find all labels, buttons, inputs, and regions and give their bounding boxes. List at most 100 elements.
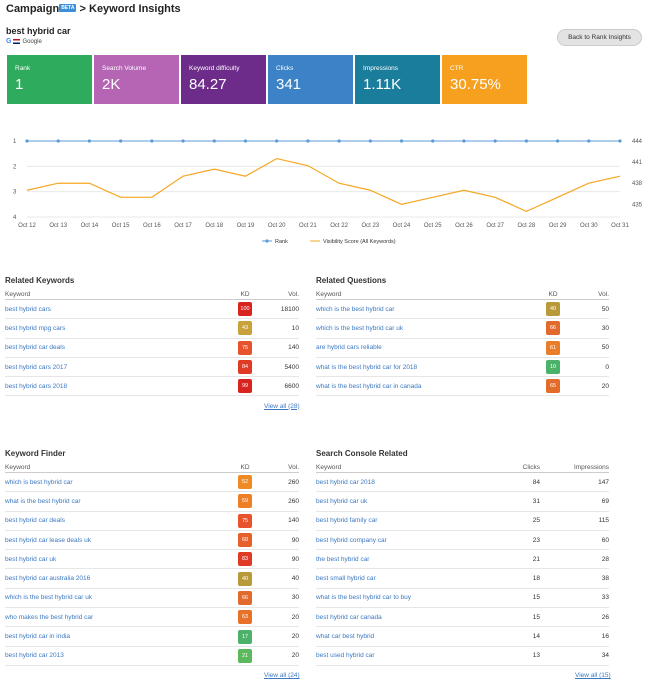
keyword-link[interactable]: best hybrid car lease deals uk — [5, 531, 205, 549]
keyword-finder-view-all-link[interactable]: View all (24) — [264, 672, 300, 679]
metric-label: CTR — [450, 65, 464, 72]
keyword-link[interactable]: who makes the best hybrid car — [5, 608, 205, 626]
keyword-link[interactable]: best hybrid car 2018 — [316, 473, 496, 491]
brand-name[interactable]: Campaign — [6, 3, 59, 15]
clicks-value: 25 — [532, 517, 540, 525]
table-header: Keyword KD Vol. — [5, 463, 299, 473]
keyword-link[interactable]: best hybrid car canada — [316, 608, 496, 626]
kd-badge: 21 — [238, 648, 252, 663]
table-row: best hybrid family car 25 115 — [316, 512, 609, 531]
table-row: best used hybrid car 13 34 — [316, 647, 609, 666]
keyword-link[interactable]: best hybrid car in india — [5, 627, 205, 645]
rank-point — [555, 139, 560, 143]
keyword-link[interactable]: are hybrid cars reliable — [316, 339, 516, 357]
left-tick-label: 1 — [13, 139, 17, 145]
column-header: Vol. — [598, 291, 609, 298]
rank-point — [56, 139, 60, 143]
back-to-rank-insights-button[interactable]: Back to Rank Insights — [557, 29, 642, 46]
keyword-title: best hybrid car — [6, 26, 71, 36]
rank-point — [524, 139, 528, 143]
rank-point — [275, 139, 279, 143]
metric-card-clicks: Clicks 341 — [268, 55, 353, 104]
related-keywords-view-all-link[interactable]: View all (28) — [264, 403, 300, 410]
metric-value: 84.27 — [189, 76, 227, 93]
keyword-link[interactable]: best used hybrid car — [316, 647, 496, 665]
table-header: Keyword Clicks Impressions — [316, 463, 609, 473]
impressions-value: 147 — [598, 478, 609, 486]
rank-point — [243, 139, 248, 143]
chart-grid — [27, 140, 620, 218]
impressions-value: 60 — [601, 536, 609, 544]
kd-badge: 75 — [238, 340, 252, 355]
keyword-link[interactable]: what is the best hybrid car for 2018 — [316, 358, 516, 376]
rank-point — [212, 139, 216, 143]
keyword-link[interactable]: which is best hybrid car — [5, 473, 205, 491]
volume-value: 20 — [291, 633, 299, 641]
page-title: Keyword Insights — [89, 3, 181, 15]
keyword-link[interactable]: best hybrid cars — [5, 300, 205, 318]
volume-value: 90 — [291, 536, 299, 544]
keyword-link[interactable]: best hybrid cars 2017 — [5, 358, 205, 376]
keyword-link[interactable]: best hybrid cars 2018 — [5, 377, 205, 395]
legend-label: Visibility Score (All Keywords) — [323, 239, 396, 245]
keyword-link[interactable]: the best hybrid car — [316, 550, 496, 568]
rank-point — [587, 139, 591, 143]
x-tick-label: Oct 22 — [330, 223, 348, 229]
legend-label: Rank — [275, 239, 288, 245]
volume-value: 0 — [605, 363, 609, 371]
volume-value: 6600 — [284, 382, 299, 390]
related-questions-title: Related Questions — [316, 276, 387, 285]
keyword-link[interactable]: what is the best hybrid car to buy — [316, 589, 496, 607]
clicks-value: 31 — [532, 497, 540, 505]
search-console-view-all-link[interactable]: View all (15) — [575, 672, 611, 679]
table-header: Keyword KD Vol. — [5, 290, 299, 300]
rank-point — [493, 139, 497, 143]
keyword-link[interactable]: best hybrid car uk — [316, 492, 496, 510]
x-tick-label: Oct 21 — [299, 223, 317, 229]
column-header: Keyword — [5, 291, 31, 298]
x-tick-label: Oct 25 — [424, 223, 442, 229]
column-header: KD — [548, 291, 558, 298]
kd-badge: 100 — [238, 302, 252, 317]
x-tick-label: Oct 31 — [611, 223, 629, 229]
table-row: best hybrid car uk 83 90 — [5, 550, 299, 570]
table-row: best hybrid car in india 17 20 — [5, 627, 299, 647]
metric-label: Rank — [15, 65, 31, 72]
volume-value: 50 — [601, 344, 609, 352]
breadcrumb: Campaign BETA > Keyword Insights — [6, 3, 181, 15]
keyword-link[interactable]: best hybrid car deals — [5, 339, 205, 357]
keyword-link[interactable]: best hybrid mpg cars — [5, 319, 205, 337]
kd-badge: 40 — [238, 571, 252, 586]
impressions-value: 38 — [601, 575, 609, 583]
beta-badge: BETA — [59, 4, 77, 12]
keyword-link[interactable]: best hybrid car deals — [5, 512, 205, 530]
volume-value: 50 — [601, 305, 609, 313]
kd-badge: 66 — [238, 590, 252, 605]
right-tick-label: 435 — [632, 202, 643, 208]
table-header: Keyword KD Vol. — [316, 290, 609, 300]
x-tick-label: Oct 29 — [549, 223, 567, 229]
table-row: which is best hybrid car 52 260 — [5, 473, 299, 493]
keyword-link[interactable]: what is the best hybrid car — [5, 492, 205, 510]
keyword-link[interactable]: best hybrid family car — [316, 512, 496, 530]
clicks-value: 84 — [532, 478, 540, 486]
keyword-link[interactable]: best hybrid car australia 2016 — [5, 570, 205, 588]
keyword-link[interactable]: best hybrid car uk — [5, 550, 205, 568]
keyword-link[interactable]: what is the best hybrid car in canada — [316, 377, 516, 395]
impressions-value: 28 — [601, 555, 609, 563]
rank-point — [181, 139, 185, 143]
keyword-link[interactable]: which is the best hybrid car — [316, 300, 516, 318]
column-header: Clicks — [522, 464, 540, 471]
table-row: are hybrid cars reliable 61 50 — [316, 339, 609, 358]
keyword-link[interactable]: best hybrid company car — [316, 531, 496, 549]
keyword-link[interactable]: best hybrid car 2013 — [5, 647, 205, 665]
keyword-link[interactable]: which is the best hybrid car uk — [316, 319, 516, 337]
rank-point — [431, 139, 435, 143]
keyword-link[interactable]: which is the best hybrid car uk — [5, 589, 205, 607]
table-row: best hybrid cars 2018 99 6600 — [5, 377, 299, 397]
keyword-link[interactable]: what car best hybrid — [316, 627, 496, 645]
table-row: who makes the best hybrid car 63 20 — [5, 608, 299, 628]
keyword-link[interactable]: best small hybrid car — [316, 570, 496, 588]
impressions-value: 115 — [598, 517, 609, 525]
volume-value: 20 — [601, 382, 609, 390]
